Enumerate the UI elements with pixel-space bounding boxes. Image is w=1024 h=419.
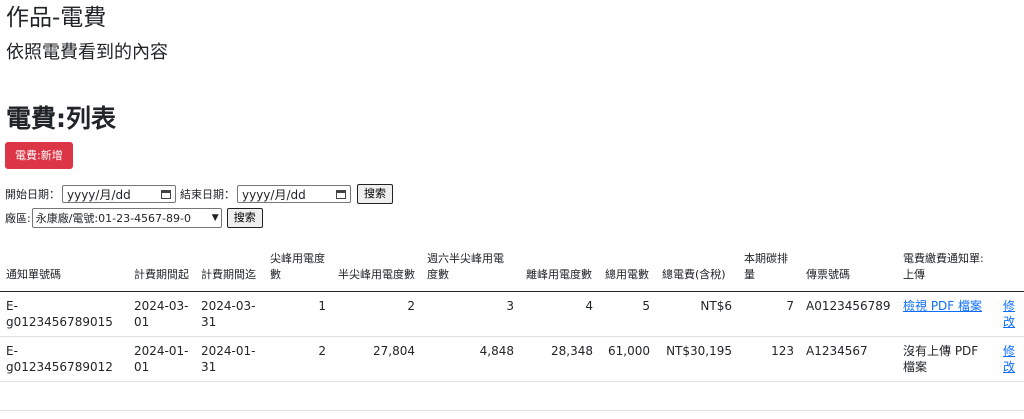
table-header-row: 通知單號碼 計費期間起 計費期間迄 尖峰用電度數 半尖峰用電度數 週六半尖峰用電…	[0, 248, 1024, 292]
calendar-icon[interactable]	[336, 189, 346, 199]
header-half-peak: 半尖峰用電度數	[332, 248, 421, 292]
cell-total-fee: NT$6	[656, 291, 738, 337]
plant-filter-row: 廠區: 永康廠/電號:01-23-4567-89-0 ▼ 搜索	[5, 207, 263, 229]
cell-notice-no: E-g0123456789015	[0, 291, 128, 337]
edit-link[interactable]: 修改	[1003, 344, 1015, 374]
cell-carbon: 123	[738, 336, 800, 382]
cell-end: 2024-01-31	[195, 336, 264, 382]
cell-upload: 沒有上傳 PDF 檔案	[897, 336, 997, 382]
cell-off-peak: 4	[520, 291, 599, 337]
cell-actions: 修改	[997, 336, 1024, 382]
header-end: 計費期間迄	[195, 248, 264, 292]
cell-actions: 修改	[997, 291, 1024, 337]
start-date-placeholder: yyyy/月/dd	[67, 187, 131, 202]
chevron-down-icon: ▼	[211, 213, 219, 223]
header-voucher: 傳票號碼	[800, 248, 897, 292]
header-peak: 尖峰用電度數	[264, 248, 332, 292]
plant-select[interactable]: 永康廠/電號:01-23-4567-89-0 ▼	[31, 208, 222, 228]
cell-half-peak: 2	[332, 291, 421, 337]
plant-search-button[interactable]: 搜索	[226, 208, 263, 228]
header-total-kwh: 總用電數	[599, 248, 656, 292]
cell-voucher: A1234567	[800, 336, 897, 382]
end-date-input[interactable]: yyyy/月/dd	[237, 185, 351, 203]
table-row: E-g0123456789012 2024-01-01 2024-01-31 2…	[0, 336, 1024, 382]
plant-select-value: 永康廠/電號:01-23-4567-89-0	[35, 212, 191, 225]
cell-sat-half-peak: 3	[421, 291, 520, 337]
cell-voucher: A0123456789	[800, 291, 897, 337]
cell-end: 2024-03-31	[195, 291, 264, 337]
cell-carbon: 7	[738, 291, 800, 337]
cell-start: 2024-01-01	[128, 336, 195, 382]
cell-start: 2024-03-01	[128, 291, 195, 337]
header-carbon: 本期碳排量	[738, 248, 800, 292]
start-date-label: 開始日期：	[5, 188, 60, 201]
cell-total-kwh: 5	[599, 291, 656, 337]
section-title: 電費:列表	[6, 104, 116, 133]
page-subtitle: 依照電費看到的內容	[6, 42, 168, 63]
header-total-fee: 總電費(含稅)	[656, 248, 738, 292]
cell-total-fee: NT$30,195	[656, 336, 738, 382]
bottom-divider	[0, 410, 1024, 411]
header-actions	[997, 248, 1024, 292]
cell-sat-half-peak: 4,848	[421, 336, 520, 382]
view-pdf-link[interactable]: 檢視 PDF 檔案	[903, 299, 982, 313]
add-bill-button[interactable]: 電費:新增	[5, 142, 73, 169]
date-filter-row: 開始日期： yyyy/月/dd 結束日期： yyyy/月/dd 搜索	[5, 183, 393, 205]
table-row: E-g0123456789015 2024-03-01 2024-03-31 1…	[0, 291, 1024, 337]
cell-off-peak: 28,348	[520, 336, 599, 382]
header-notice-no: 通知單號碼	[0, 248, 128, 292]
page: 作品-電費 依照電費看到的內容 電費:列表 電費:新增 開始日期： yyyy/月…	[0, 0, 1024, 419]
cell-half-peak: 27,804	[332, 336, 421, 382]
end-date-placeholder: yyyy/月/dd	[242, 187, 306, 202]
cell-notice-no: E-g0123456789012	[0, 336, 128, 382]
date-search-button[interactable]: 搜索	[357, 184, 393, 204]
bill-table: 通知單號碼 計費期間起 計費期間迄 尖峰用電度數 半尖峰用電度數 週六半尖峰用電…	[0, 248, 1024, 382]
calendar-icon[interactable]	[161, 189, 171, 199]
header-sat-half-peak: 週六半尖峰用電度數	[421, 248, 520, 292]
header-start: 計費期間起	[128, 248, 195, 292]
cell-peak: 2	[264, 336, 332, 382]
cell-peak: 1	[264, 291, 332, 337]
start-date-input[interactable]: yyyy/月/dd	[62, 185, 176, 203]
plant-label: 廠區:	[5, 212, 31, 225]
cell-total-kwh: 61,000	[599, 336, 656, 382]
edit-link[interactable]: 修改	[1003, 299, 1015, 329]
header-off-peak: 離峰用電度數	[520, 248, 599, 292]
page-title: 作品-電費	[6, 5, 107, 31]
end-date-label: 結束日期：	[180, 188, 235, 201]
cell-upload: 檢視 PDF 檔案	[897, 291, 997, 337]
header-upload: 電費繳費通知單:上傳	[897, 248, 997, 292]
